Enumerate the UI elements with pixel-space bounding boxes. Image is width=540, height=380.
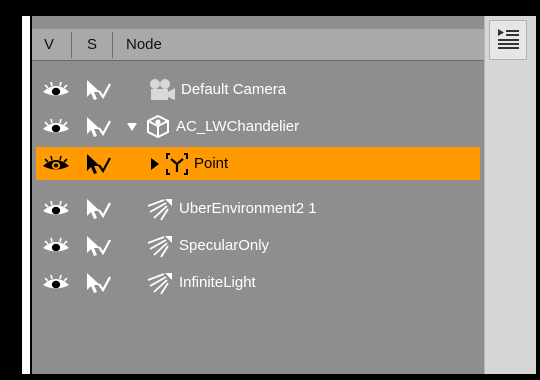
collapsed-triangle-icon[interactable] — [150, 158, 160, 170]
node-label[interactable]: UberEnvironment2 1 — [179, 192, 317, 225]
eye-icon[interactable] — [41, 118, 71, 136]
select-arrow-icon[interactable] — [85, 153, 111, 175]
column-divider[interactable] — [112, 32, 113, 58]
node-label[interactable]: InfiniteLight — [179, 266, 256, 299]
tree-row-default-camera[interactable]: Default Camera — [36, 73, 480, 106]
tree-row-infinitelight[interactable]: InfiniteLight — [36, 266, 480, 299]
select-arrow-icon[interactable] — [85, 235, 111, 257]
prop-icon — [147, 114, 169, 138]
tree-row-specularonly[interactable]: SpecularOnly — [36, 229, 480, 262]
null-node-icon — [166, 153, 188, 175]
panel-menu-button[interactable] — [489, 20, 527, 60]
eye-icon[interactable] — [41, 81, 71, 99]
node-label[interactable]: Point — [194, 147, 228, 180]
eye-icon[interactable] — [41, 155, 71, 173]
light-icon — [147, 199, 172, 221]
eye-icon[interactable] — [41, 200, 71, 218]
camera-icon — [150, 79, 175, 100]
select-arrow-icon[interactable] — [85, 272, 111, 294]
select-arrow-icon[interactable] — [85, 116, 111, 138]
eye-icon[interactable] — [41, 237, 71, 255]
side-strip — [484, 16, 536, 374]
light-icon — [147, 273, 172, 295]
select-arrow-icon[interactable] — [85, 79, 111, 101]
column-header: V S Node — [32, 29, 484, 61]
light-icon — [147, 236, 172, 258]
frame-bottom-edge — [0, 374, 540, 380]
tree-row-uberenvironment[interactable]: UberEnvironment2 1 — [36, 192, 480, 225]
select-arrow-icon[interactable] — [85, 198, 111, 220]
frame-edge — [22, 16, 30, 374]
column-divider[interactable] — [71, 32, 72, 58]
node-column-header[interactable]: Node — [126, 29, 162, 60]
selectable-column-header[interactable]: S — [87, 29, 97, 60]
tree-row-chandelier[interactable]: AC_LWChandelier — [36, 110, 480, 143]
node-label[interactable]: Default Camera — [181, 73, 286, 106]
list-menu-icon — [498, 29, 519, 49]
visible-column-header[interactable]: V — [44, 29, 54, 60]
eye-icon[interactable] — [41, 274, 71, 292]
node-label[interactable]: AC_LWChandelier — [176, 110, 299, 143]
expanded-triangle-icon[interactable] — [127, 122, 137, 132]
tree-row-point[interactable]: Point — [36, 147, 480, 180]
node-label[interactable]: SpecularOnly — [179, 229, 269, 262]
